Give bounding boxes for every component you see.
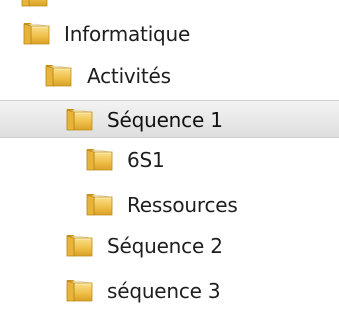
tree-item-label: 6S1 [127,148,165,172]
tree-item-label: Ressources [127,193,238,217]
tree-item-label: Activités [87,64,171,88]
tree-item-sequence-1[interactable]: Séquence 1 [0,100,339,138]
tree-item-activites[interactable]: Activités [0,58,339,94]
folder-icon [66,279,94,303]
tree-item-ressources[interactable]: Ressources [0,187,339,223]
tree-item-label: Séquence 2 [107,234,223,258]
folder-icon [45,64,73,88]
tree-item-sequence-2[interactable]: Séquence 2 [0,228,339,264]
tree-item-6s1[interactable]: 6S1 [0,142,339,178]
tree-item-label: Séquence 1 [107,108,223,132]
folder-icon [86,193,114,217]
folder-icon [86,148,114,172]
folder-tree: Informatique Activités Séquence 1 6S1 Re… [0,0,339,315]
tree-item-informatique[interactable]: Informatique [0,16,339,52]
folder-icon [21,0,49,8]
folder-icon [23,22,51,46]
tree-item-partial[interactable] [0,0,339,14]
tree-item-sequence-3[interactable]: séquence 3 [0,273,339,309]
tree-item-label: séquence 3 [107,279,221,303]
folder-icon [66,234,94,258]
tree-item-label: Informatique [64,22,191,46]
folder-icon [66,108,94,132]
